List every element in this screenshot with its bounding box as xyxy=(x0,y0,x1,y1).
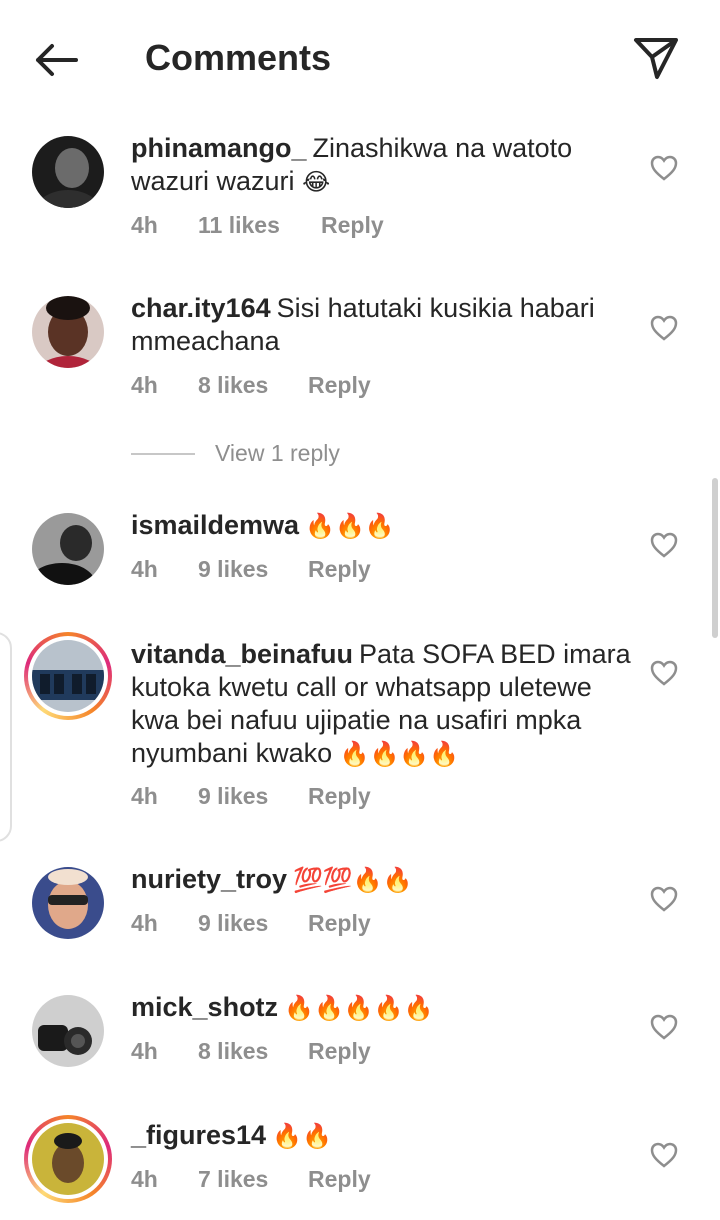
paper-plane-icon xyxy=(634,38,678,79)
comment-likes[interactable]: 7 likes xyxy=(198,1166,308,1193)
comment-time: 4h xyxy=(131,1038,158,1064)
back-button[interactable] xyxy=(26,36,86,84)
comment-time: 4h xyxy=(131,372,158,398)
avatar[interactable] xyxy=(32,867,104,939)
heart-icon[interactable] xyxy=(648,1139,680,1171)
reply-button[interactable]: Reply xyxy=(308,556,371,583)
arrow-left-icon xyxy=(36,44,78,76)
reply-button[interactable]: Reply xyxy=(308,1166,371,1193)
view-replies-label: View 1 reply xyxy=(215,440,340,466)
comment-time: 4h xyxy=(131,556,158,582)
comment-username[interactable]: mick_shotz xyxy=(131,992,278,1022)
reply-button[interactable]: Reply xyxy=(321,212,384,239)
comment-username[interactable]: ismaildemwa xyxy=(131,510,299,540)
comment-emoji: 🔥🔥 xyxy=(272,1122,332,1150)
avatar[interactable] xyxy=(32,296,104,368)
comment-emoji: 💯💯🔥🔥 xyxy=(293,866,413,894)
comment-username[interactable]: _figures14 xyxy=(131,1120,266,1150)
reply-button[interactable]: Reply xyxy=(308,1038,371,1065)
comment-likes[interactable]: 11 likes xyxy=(198,212,321,239)
avatar-story-ring[interactable] xyxy=(24,1115,112,1203)
comment-username[interactable]: nuriety_troy xyxy=(131,864,287,894)
comment-username[interactable]: vitanda_beinafuu xyxy=(131,639,353,669)
share-button[interactable] xyxy=(628,30,684,86)
edge-panel-handle[interactable] xyxy=(0,632,12,842)
heart-icon[interactable] xyxy=(648,657,680,689)
heart-icon[interactable] xyxy=(648,529,680,561)
comment-meta: 4h 8 likes Reply xyxy=(131,372,371,399)
avatar[interactable] xyxy=(32,995,104,1067)
avatar[interactable] xyxy=(32,513,104,585)
reply-button[interactable]: Reply xyxy=(308,372,371,399)
comment-time: 4h xyxy=(131,910,158,936)
avatar xyxy=(32,640,104,712)
comment-likes[interactable]: 8 likes xyxy=(198,1038,308,1065)
comment-meta: 4h 8 likes Reply xyxy=(131,1038,371,1065)
comment-emoji: 🔥🔥🔥🔥🔥 xyxy=(284,994,434,1022)
divider-line xyxy=(131,452,195,455)
comment-likes[interactable]: 8 likes xyxy=(198,372,308,399)
comment-text: nuriety_troy 💯💯🔥🔥 xyxy=(131,863,631,897)
heart-icon[interactable] xyxy=(648,152,680,184)
view-replies-button[interactable]: View 1 reply xyxy=(131,440,340,467)
comment-meta: 4h 11 likes Reply xyxy=(131,212,384,239)
comment-time: 4h xyxy=(131,783,158,809)
comment-text: vitanda_beinafuu Pata SOFA BED imara kuto… xyxy=(131,638,631,771)
reply-button[interactable]: Reply xyxy=(308,783,371,810)
comment-likes[interactable]: 9 likes xyxy=(198,556,308,583)
comment-text: ismaildemwa 🔥🔥🔥 xyxy=(131,509,631,543)
comment-emoji: 🔥🔥🔥🔥 xyxy=(339,740,460,768)
comment-time: 4h xyxy=(131,1166,158,1192)
comment-meta: 4h 7 likes Reply xyxy=(131,1166,371,1193)
comment-text: phinamango_ Zinashikwa na watoto wazuri w… xyxy=(131,132,631,199)
comment-meta: 4h 9 likes Reply xyxy=(131,910,371,937)
reply-button[interactable]: Reply xyxy=(308,910,371,937)
comment-emoji: 😂 xyxy=(302,168,331,196)
comment-meta: 4h 9 likes Reply xyxy=(131,783,371,810)
avatar xyxy=(32,1123,104,1195)
comment-username[interactable]: char.ity164 xyxy=(131,293,271,323)
comment-time: 4h xyxy=(131,212,158,238)
heart-icon[interactable] xyxy=(648,312,680,344)
scrollbar[interactable] xyxy=(712,478,718,638)
comment-emoji: 🔥🔥🔥 xyxy=(305,512,395,540)
comment-username[interactable]: phinamango_ xyxy=(131,133,307,163)
comment-likes[interactable]: 9 likes xyxy=(198,910,308,937)
comment-likes[interactable]: 9 likes xyxy=(198,783,308,810)
avatar-story-ring[interactable] xyxy=(24,632,112,720)
avatar[interactable] xyxy=(32,136,104,208)
page-title: Comments xyxy=(145,37,332,78)
comment-meta: 4h 9 likes Reply xyxy=(131,556,371,583)
comment-text: mick_shotz 🔥🔥🔥🔥🔥 xyxy=(131,991,631,1025)
heart-icon[interactable] xyxy=(648,1011,680,1043)
header-bar: Comments xyxy=(0,0,720,118)
comment-text: _figures14 🔥🔥 xyxy=(131,1119,631,1153)
heart-icon[interactable] xyxy=(648,883,680,915)
comment-text: char.ity164 Sisi hatutaki kusikia habari … xyxy=(131,292,631,358)
